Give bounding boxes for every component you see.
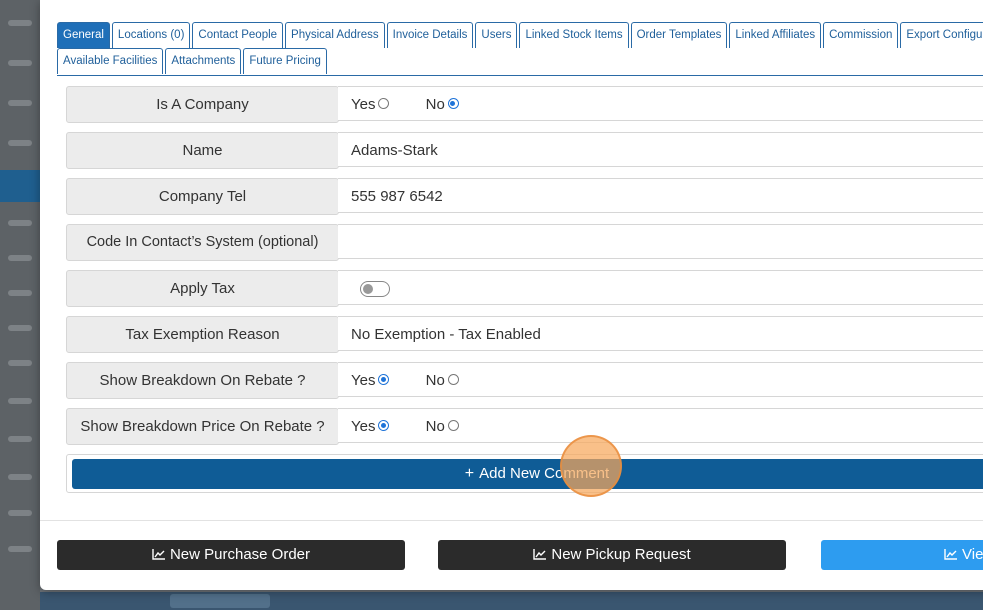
show-breakdown-no[interactable]: No: [426, 363, 459, 398]
add-new-comment-button[interactable]: + Add New Comment: [72, 459, 983, 489]
tab-locations-0[interactable]: Locations (0): [111, 22, 191, 48]
tax-exemption-select[interactable]: No Exemption - Tax Enabled: [338, 316, 983, 351]
show-breakdown-no-radio[interactable]: [447, 374, 459, 385]
is-company-row: Is A Company Yes No: [66, 86, 983, 123]
tab-contact-people[interactable]: Contact People: [192, 22, 284, 48]
background-sidebar: [0, 0, 40, 610]
new-purchase-order-button[interactable]: New Purchase Order: [57, 540, 405, 570]
general-form: Is A Company Yes No Name Adams-Stark Com…: [66, 86, 983, 454]
code-label: Code In Contact’s System (optional): [66, 224, 339, 261]
tax-exemption-label: Tax Exemption Reason: [66, 316, 339, 353]
plus-icon: +: [464, 465, 475, 482]
show-breakdown-yes-label: Yes: [351, 372, 376, 389]
tab-users[interactable]: Users: [475, 22, 518, 48]
code-row: Code In Contact’s System (optional): [66, 224, 983, 261]
new-purchase-order-label: New Purchase Order: [169, 546, 311, 563]
is-company-label: Is A Company: [66, 86, 339, 123]
show-breakdown-price-yes-radio[interactable]: [378, 420, 390, 431]
show-breakdown-price-no-label: No: [425, 418, 445, 435]
tab-available-facilities[interactable]: Available Facilities: [57, 48, 164, 74]
contact-edit-modal: General Locations (0) Contact People Physic…: [40, 0, 983, 590]
tax-exemption-row: Tax Exemption Reason No Exemption - Tax …: [66, 316, 983, 353]
name-row: Name Adams-Stark: [66, 132, 983, 169]
name-label: Name: [66, 132, 339, 169]
line-chart-icon: [152, 549, 165, 560]
footer-divider: [40, 520, 983, 521]
company-tel-label: Company Tel: [66, 178, 339, 215]
is-company-options: Yes No: [338, 86, 983, 121]
tab-future-pricing[interactable]: Future Pricing: [243, 48, 327, 74]
new-pickup-request-label: New Pickup Request: [551, 546, 691, 563]
tab-row-2: Available Facilities Attachments Future Pr…: [57, 48, 983, 74]
background-active-item: [0, 170, 40, 202]
tab-row-1: General Locations (0) Contact People Physic…: [57, 22, 983, 48]
background-bottom-item: [170, 594, 270, 608]
new-pickup-request-button[interactable]: New Pickup Request: [438, 540, 786, 570]
view-label: Vie: [962, 546, 983, 563]
show-breakdown-no-label: No: [425, 372, 445, 389]
show-breakdown-price-no[interactable]: No: [426, 409, 459, 444]
tab-general[interactable]: General: [57, 22, 110, 48]
comment-section: + Add New Comment: [66, 454, 983, 493]
show-breakdown-price-yes-label: Yes: [351, 418, 376, 435]
tab-attachments[interactable]: Attachments: [165, 48, 242, 74]
tab-commission[interactable]: Commission: [823, 22, 899, 48]
is-company-yes-label: Yes: [351, 96, 376, 113]
show-breakdown-yes[interactable]: Yes: [351, 363, 390, 398]
tab-divider: [57, 75, 983, 76]
apply-tax-cell: [338, 270, 983, 305]
tab-linked-affiliates[interactable]: Linked Affiliates: [729, 22, 822, 48]
show-breakdown-price-no-radio[interactable]: [447, 420, 459, 431]
apply-tax-toggle[interactable]: [360, 281, 390, 297]
tab-invoice-details[interactable]: Invoice Details: [386, 22, 474, 48]
tab-order-templates[interactable]: Order Templates: [630, 22, 728, 48]
is-company-no[interactable]: No: [426, 87, 459, 122]
is-company-yes[interactable]: Yes: [351, 87, 390, 122]
show-breakdown-options: Yes No: [338, 362, 983, 397]
show-breakdown-label: Show Breakdown On Rebate ?: [66, 362, 339, 399]
show-breakdown-price-options: Yes No: [338, 408, 983, 443]
tab-export-configura[interactable]: Export Configura: [900, 22, 983, 48]
view-button[interactable]: Vie: [821, 540, 983, 570]
show-breakdown-price-yes[interactable]: Yes: [351, 409, 390, 444]
line-chart-icon: [944, 549, 957, 560]
company-tel-field[interactable]: 555 987 6542: [338, 178, 983, 213]
is-company-yes-radio[interactable]: [378, 98, 390, 109]
show-breakdown-row: Show Breakdown On Rebate ? Yes No: [66, 362, 983, 399]
tab-physical-address[interactable]: Physical Address: [285, 22, 385, 48]
apply-tax-label: Apply Tax: [66, 270, 339, 307]
show-breakdown-yes-radio[interactable]: [378, 374, 390, 385]
click-indicator: [560, 435, 622, 497]
tab-linked-stock-items[interactable]: Linked Stock Items: [519, 22, 629, 48]
company-tel-row: Company Tel 555 987 6542: [66, 178, 983, 215]
code-field[interactable]: [338, 224, 983, 259]
line-chart-icon: [533, 549, 547, 560]
is-company-no-label: No: [425, 96, 445, 113]
tab-bar: General Locations (0) Contact People Physic…: [57, 22, 983, 74]
show-breakdown-price-row: Show Breakdown Price On Rebate ? Yes No: [66, 408, 983, 445]
show-breakdown-price-label: Show Breakdown Price On Rebate ?: [66, 408, 339, 445]
is-company-no-radio[interactable]: [447, 98, 459, 109]
name-field[interactable]: Adams-Stark: [338, 132, 983, 167]
apply-tax-row: Apply Tax: [66, 270, 983, 307]
